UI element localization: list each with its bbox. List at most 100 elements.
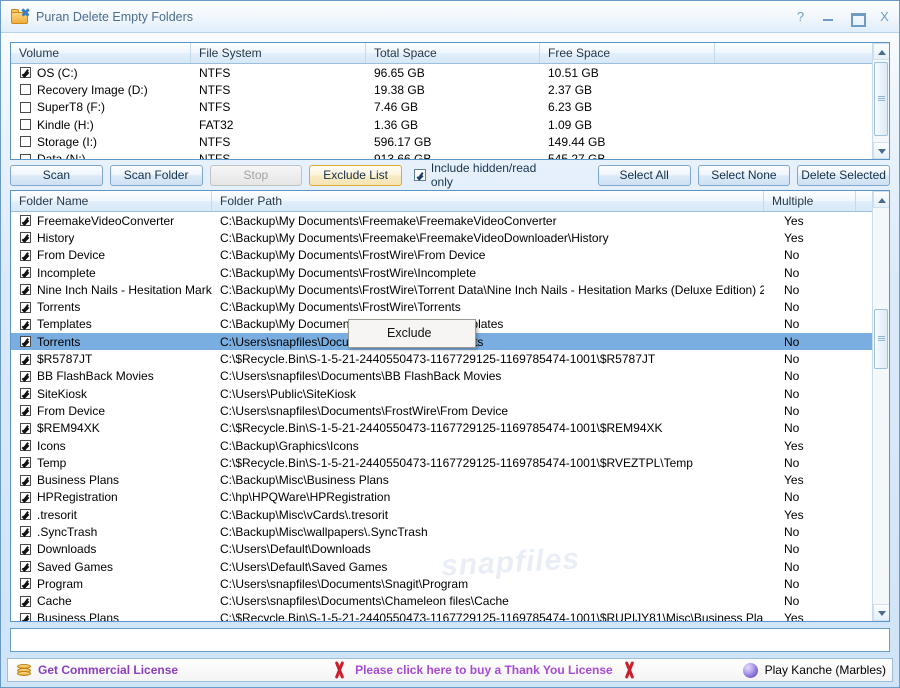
folder-checkbox[interactable] [20, 301, 31, 313]
folder-checkbox[interactable] [20, 353, 31, 365]
volume-checkbox[interactable] [20, 136, 31, 148]
volume-checkbox[interactable] [20, 67, 31, 79]
folder-checkbox[interactable] [20, 440, 31, 451]
scroll-down-arrow-icon[interactable] [873, 142, 889, 159]
column-header-folder-name[interactable]: Folder Name [11, 191, 212, 211]
folder-checkbox[interactable] [20, 336, 31, 348]
help-icon[interactable]: ? [794, 10, 807, 24]
folder-checkbox[interactable] [20, 249, 31, 261]
folder-row[interactable]: From Device C:\Backup\My Documents\FrostW… [11, 247, 889, 264]
log-output-field[interactable] [10, 628, 890, 652]
volume-name: Storage (I:) [37, 134, 98, 149]
folder-checkbox[interactable] [20, 595, 31, 607]
folder-multiple: No [784, 594, 800, 609]
scroll-up-arrow-icon-2[interactable] [873, 191, 889, 208]
folder-row[interactable]: History C:\Backup\My Documents\Freemake\F… [11, 229, 889, 246]
play-kanche-link[interactable]: Play Kanche (Marbles) [742, 662, 886, 678]
scrollbar-thumb[interactable] [874, 62, 888, 136]
volume-checkbox[interactable] [20, 153, 31, 159]
volume-checkbox[interactable] [20, 101, 31, 113]
folder-row[interactable]: Saved Games C:\Users\Default\Saved Games N… [11, 558, 889, 575]
folders-list[interactable]: Folder Name Folder Path Multiple Freemak… [10, 190, 890, 622]
maximize-icon[interactable] [850, 10, 866, 27]
folder-row[interactable]: Nine Inch Nails - Hesitation Marks... C:\… [11, 281, 889, 298]
scroll-down-arrow-icon-2[interactable] [873, 604, 889, 621]
folder-row[interactable]: .tresorit C:\Backup\Misc\vCards\.tresorit… [11, 506, 889, 523]
folder-checkbox[interactable] [20, 232, 31, 244]
volume-row[interactable]: Storage (I:) NTFS 596.17 GB 149.44 GB [11, 133, 889, 150]
column-header-free-space[interactable]: Free Space [540, 43, 715, 63]
folder-row[interactable]: Program C:\Users\snapfiles\Documents\Snag… [11, 575, 889, 592]
volumes-rows: OS (C:) NTFS 96.65 GB 10.51 GB Recovery Imag… [11, 64, 889, 160]
folder-multiple: No [784, 369, 800, 384]
checkmark-icon [414, 169, 426, 181]
close-icon[interactable]: X [878, 10, 891, 24]
folder-row[interactable]: HPRegistration C:\hp\HPQWare\HPRegistrati… [11, 489, 889, 506]
delete-selected-button[interactable]: Delete Selected [797, 164, 890, 186]
folder-checkbox[interactable] [20, 509, 31, 521]
folder-checkbox[interactable] [20, 267, 31, 279]
app-folder-delete-icon [11, 9, 28, 24]
minimize-icon[interactable] [822, 10, 835, 24]
column-header-folder-path[interactable]: Folder Path [212, 191, 764, 211]
folder-row[interactable]: .SyncTrash C:\Backup\Misc\wallpapers\.Syn… [11, 523, 889, 540]
folder-row[interactable]: SiteKiosk C:\Users\Public\SiteKiosk No [11, 385, 889, 402]
volume-checkbox[interactable] [20, 84, 31, 96]
folder-row[interactable]: Incomplete C:\Backup\My Documents\FrostWi… [11, 264, 889, 281]
folder-row[interactable]: BB FlashBack Movies C:\Users\snapfiles\Do… [11, 368, 889, 385]
scan-button[interactable]: Scan [10, 164, 103, 186]
volume-row[interactable]: SuperT8 (F:) NTFS 7.46 GB 6.23 GB [11, 99, 889, 116]
folder-row[interactable]: Business Plans C:\Backup\Misc\Business Pl… [11, 471, 889, 488]
scroll-up-arrow-icon[interactable] [873, 43, 889, 60]
exclude-list-button[interactable]: Exclude List [309, 164, 402, 186]
folder-checkbox[interactable] [20, 405, 31, 417]
folder-row[interactable]: Cache C:\Users\snapfiles\Documents\Chamel… [11, 593, 889, 610]
folder-row[interactable]: FreemakeVideoConverter C:\Backup\My Docum… [11, 212, 889, 229]
folder-row[interactable]: Torrents C:\Backup\My Documents\FrostWire… [11, 298, 889, 315]
column-header-file-system[interactable]: File System [191, 43, 366, 63]
folder-checkbox[interactable] [20, 612, 31, 621]
include-hidden-checkbox[interactable]: Include hidden/read only [414, 161, 560, 189]
volume-checkbox[interactable] [20, 119, 31, 131]
folder-row[interactable]: From Device C:\Users\snapfiles\Documents\… [11, 402, 889, 419]
folder-checkbox[interactable] [20, 370, 31, 382]
folder-row[interactable]: Downloads C:\Users\Default\Downloads No [11, 541, 889, 558]
folder-row[interactable]: Business Plans C:\$Recycle.Bin\S-1-5-21-2… [11, 610, 889, 621]
volume-row[interactable]: OS (C:) NTFS 96.65 GB 10.51 GB [11, 64, 889, 81]
folder-checkbox[interactable] [20, 284, 31, 296]
folder-checkbox[interactable] [20, 491, 31, 503]
column-header-multiple[interactable]: Multiple [764, 191, 856, 211]
select-none-button[interactable]: Select None [697, 164, 791, 186]
context-menu-item-exclude[interactable]: Exclude [349, 323, 475, 344]
folder-checkbox[interactable] [20, 561, 31, 573]
column-header-spacer[interactable] [715, 43, 889, 63]
volume-row[interactable]: Data (N:) NTFS 913.66 GB 545.27 GB [11, 150, 889, 160]
scan-folder-button[interactable]: Scan Folder [109, 164, 203, 186]
scrollbar-thumb-2[interactable] [874, 309, 888, 369]
context-menu[interactable]: Exclude [348, 319, 476, 348]
volumes-vertical-scrollbar[interactable] [872, 43, 889, 159]
volume-row[interactable]: Recovery Image (D:) NTFS 19.38 GB 2.37 GB [11, 81, 889, 98]
column-header-total-space[interactable]: Total Space [366, 43, 540, 63]
folder-row[interactable]: Icons C:\Backup\Graphics\Icons Yes [11, 437, 889, 454]
volume-row[interactable]: Kindle (H:) FAT32 1.36 GB 1.09 GB [11, 116, 889, 133]
folder-checkbox[interactable] [20, 215, 31, 227]
folder-checkbox[interactable] [20, 543, 31, 555]
volumes-list[interactable]: Volume File System Total Space Free Spac… [10, 42, 890, 160]
volume-free-space: 545.27 GB [548, 152, 606, 160]
folder-checkbox[interactable] [20, 318, 31, 330]
folder-row[interactable]: Temp C:\$Recycle.Bin\S-1-5-21-2440550473-… [11, 454, 889, 471]
folder-row[interactable]: $R5787JT C:\$Recycle.Bin\S-1-5-21-2440550… [11, 350, 889, 367]
column-header-volume[interactable]: Volume [11, 43, 191, 63]
folder-checkbox[interactable] [20, 526, 31, 538]
select-all-button[interactable]: Select All [597, 164, 691, 186]
folder-checkbox[interactable] [20, 474, 31, 486]
folder-checkbox[interactable] [20, 578, 31, 590]
folder-checkbox[interactable] [20, 388, 31, 400]
folder-row[interactable]: $REM94XK C:\$Recycle.Bin\S-1-5-21-2440550… [11, 420, 889, 437]
get-commercial-license-link[interactable]: Get Commercial License [8, 659, 178, 681]
thank-you-license-link[interactable]: Please click here to buy a Thank You Lic… [323, 659, 645, 681]
folder-checkbox[interactable] [20, 422, 31, 434]
folders-vertical-scrollbar[interactable] [872, 191, 889, 621]
folder-checkbox[interactable] [20, 457, 31, 469]
